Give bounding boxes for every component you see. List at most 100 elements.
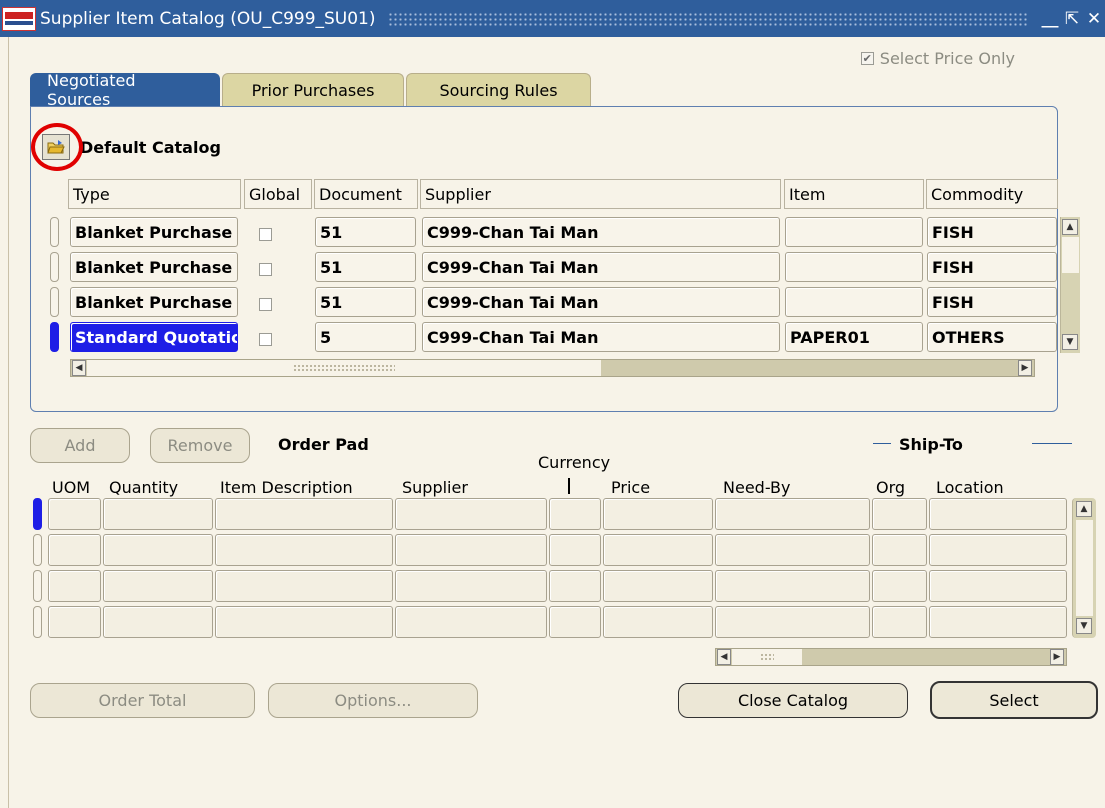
col-location-header: Location [936, 478, 1004, 497]
select-price-only-checkbox[interactable]: ✔ Select Price Only [860, 49, 1015, 68]
scroll-right-icon[interactable]: ▶ [1050, 649, 1064, 665]
row-indicator[interactable] [50, 287, 59, 317]
tab-sourcing-rules[interactable]: Sourcing Rules [406, 73, 591, 106]
cell-commodity[interactable]: FISH [927, 217, 1057, 247]
row-indicator[interactable] [33, 534, 42, 566]
org-field[interactable] [872, 498, 927, 530]
cell-supplier[interactable]: C999-Chan Tai Man [422, 287, 780, 317]
cell-document[interactable]: 51 [315, 217, 416, 247]
need-by-field[interactable] [715, 606, 870, 638]
global-checkbox[interactable] [259, 298, 272, 311]
options-button[interactable]: Options... [268, 683, 478, 718]
currency-label: Currency [538, 453, 611, 472]
location-field[interactable] [929, 606, 1067, 638]
scroll-thumb[interactable] [1076, 520, 1093, 616]
maximize-icon[interactable]: ⇱ [1061, 9, 1083, 29]
currency-field[interactable] [549, 534, 601, 566]
cell-document[interactable]: 5 [315, 322, 416, 352]
scroll-left-icon[interactable]: ◀ [72, 360, 86, 376]
select-button[interactable]: Select [930, 681, 1098, 719]
catalog-horizontal-scrollbar[interactable]: ◀ ▶ [70, 359, 1035, 377]
row-indicator-current[interactable] [50, 322, 59, 352]
add-button[interactable]: Add [30, 428, 130, 463]
scroll-thumb[interactable] [87, 360, 601, 376]
price-field[interactable] [603, 570, 713, 602]
cell-commodity[interactable]: FISH [927, 287, 1057, 317]
item-description-field[interactable] [215, 534, 393, 566]
order-pad-horizontal-scrollbar[interactable]: ◀ ▶ [715, 648, 1067, 666]
scroll-thumb[interactable] [1062, 237, 1079, 273]
cell-item[interactable] [785, 252, 923, 282]
tab-prior-purchases[interactable]: Prior Purchases [222, 73, 404, 106]
org-field[interactable] [872, 534, 927, 566]
close-icon[interactable]: ✕ [1083, 9, 1105, 29]
uom-field[interactable] [48, 606, 101, 638]
cell-type[interactable]: Blanket Purchase [70, 287, 238, 317]
scroll-down-icon[interactable]: ▼ [1076, 618, 1092, 634]
order-pad-vertical-scrollbar[interactable]: ▲ ▼ [1072, 498, 1096, 638]
global-checkbox[interactable] [259, 228, 272, 241]
row-indicator[interactable] [33, 570, 42, 602]
tab-negotiated-sources[interactable]: Negotiated Sources [30, 71, 220, 109]
price-field[interactable] [603, 606, 713, 638]
location-field[interactable] [929, 498, 1067, 530]
location-field[interactable] [929, 534, 1067, 566]
cell-type[interactable]: Blanket Purchase [70, 252, 238, 282]
row-indicator[interactable] [50, 252, 59, 282]
open-catalog-button[interactable] [31, 123, 83, 171]
remove-button[interactable]: Remove [150, 428, 250, 463]
currency-field[interactable] [549, 498, 601, 530]
scroll-right-icon[interactable]: ▶ [1018, 360, 1032, 376]
scroll-up-icon[interactable]: ▲ [1076, 501, 1092, 517]
scroll-up-icon[interactable]: ▲ [1062, 219, 1078, 235]
cell-document[interactable]: 51 [315, 287, 416, 317]
location-field[interactable] [929, 570, 1067, 602]
quantity-field[interactable] [103, 534, 213, 566]
cell-supplier[interactable]: C999-Chan Tai Man [422, 322, 780, 352]
cell-commodity[interactable]: OTHERS [927, 322, 1057, 352]
global-checkbox[interactable] [259, 333, 272, 346]
catalog-vertical-scrollbar[interactable]: ▲ ▼ [1060, 217, 1080, 353]
cell-type[interactable]: Blanket Purchase [70, 217, 238, 247]
need-by-field[interactable] [715, 498, 870, 530]
cell-type-selected[interactable]: Standard Quotatic [70, 322, 238, 352]
quantity-field[interactable] [103, 570, 213, 602]
supplier-field[interactable] [395, 534, 547, 566]
cell-item[interactable]: PAPER01 [785, 322, 923, 352]
currency-field[interactable] [549, 606, 601, 638]
row-indicator-current[interactable] [33, 498, 42, 530]
quantity-field[interactable] [103, 498, 213, 530]
price-field[interactable] [603, 534, 713, 566]
order-total-button[interactable]: Order Total [30, 683, 255, 718]
item-description-field[interactable] [215, 606, 393, 638]
org-field[interactable] [872, 570, 927, 602]
supplier-field[interactable] [395, 570, 547, 602]
org-field[interactable] [872, 606, 927, 638]
cell-item[interactable] [785, 287, 923, 317]
need-by-field[interactable] [715, 534, 870, 566]
price-field[interactable] [603, 498, 713, 530]
supplier-field[interactable] [395, 498, 547, 530]
row-indicator[interactable] [33, 606, 42, 638]
item-description-field[interactable] [215, 570, 393, 602]
cell-document[interactable]: 51 [315, 252, 416, 282]
cell-supplier[interactable]: C999-Chan Tai Man [422, 217, 780, 247]
uom-field[interactable] [48, 534, 101, 566]
scroll-down-icon[interactable]: ▼ [1062, 334, 1078, 350]
item-description-field[interactable] [215, 498, 393, 530]
supplier-field[interactable] [395, 606, 547, 638]
cell-item[interactable] [785, 217, 923, 247]
need-by-field[interactable] [715, 570, 870, 602]
cell-supplier[interactable]: C999-Chan Tai Man [422, 252, 780, 282]
quantity-field[interactable] [103, 606, 213, 638]
scroll-left-icon[interactable]: ◀ [717, 649, 731, 665]
cell-commodity[interactable]: FISH [927, 252, 1057, 282]
row-indicator[interactable] [50, 217, 59, 247]
global-checkbox[interactable] [259, 263, 272, 276]
close-catalog-button[interactable]: Close Catalog [678, 683, 908, 718]
minimize-icon[interactable]: ⎽ [1039, 9, 1061, 29]
uom-field[interactable] [48, 498, 101, 530]
uom-field[interactable] [48, 570, 101, 602]
scroll-thumb[interactable] [732, 649, 802, 665]
currency-field[interactable] [549, 570, 601, 602]
